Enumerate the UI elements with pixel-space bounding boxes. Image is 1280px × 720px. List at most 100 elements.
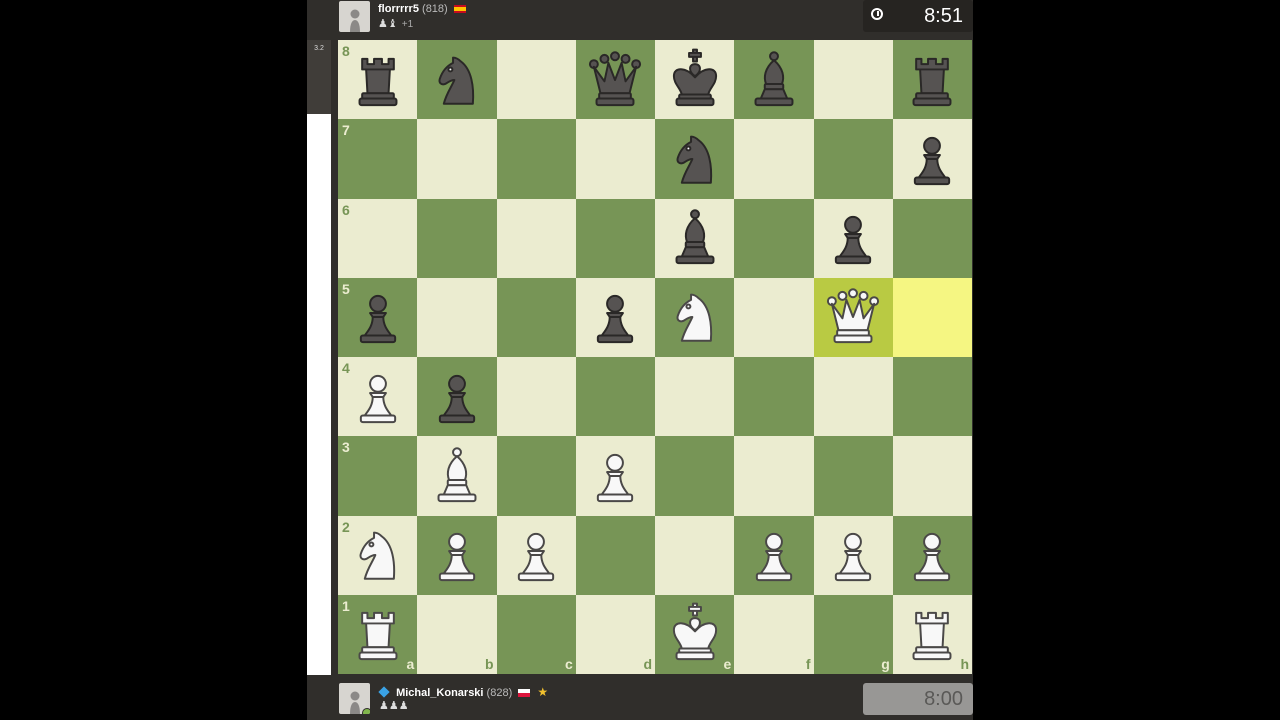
square-g8[interactable] [813,40,893,120]
square-c7[interactable] [496,119,576,199]
square-a2[interactable]: 2 [338,515,418,595]
square-a3[interactable]: 3 [338,436,418,516]
white-pawn-icon[interactable] [820,522,886,588]
black-king-icon[interactable] [662,47,728,113]
opponent-username[interactable]: florrrrr5 [378,3,419,15]
square-b1[interactable]: b [417,594,497,674]
square-f4[interactable] [734,357,814,437]
square-b5[interactable] [417,277,497,357]
square-b3[interactable] [417,436,497,516]
square-e5[interactable] [655,277,735,357]
square-e6[interactable] [655,198,735,278]
square-f2[interactable] [734,515,814,595]
square-c2[interactable] [496,515,576,595]
black-rook-icon[interactable] [899,47,965,113]
black-pawn-icon[interactable] [345,284,411,350]
black-pawn-icon[interactable] [899,126,965,192]
white-king-icon[interactable] [662,601,728,667]
square-b4[interactable] [417,357,497,437]
opponent-avatar[interactable] [339,1,370,32]
square-a5[interactable]: 5 [338,277,418,357]
square-h3[interactable] [892,436,972,516]
white-queen-icon[interactable] [820,284,886,350]
black-knight-icon[interactable] [662,126,728,192]
black-pawn-icon[interactable] [424,364,490,430]
square-h7[interactable] [892,119,972,199]
square-f7[interactable] [734,119,814,199]
square-c5[interactable] [496,277,576,357]
square-f3[interactable] [734,436,814,516]
square-g5[interactable] [813,277,893,357]
square-f5[interactable] [734,277,814,357]
square-h2[interactable] [892,515,972,595]
clock-icon [871,8,883,20]
black-knight-icon[interactable] [424,47,490,113]
black-pawn-icon[interactable] [582,284,648,350]
chess-board[interactable]: 8 7 654321abcdefgh [338,40,972,674]
square-c8[interactable] [496,40,576,120]
square-a7[interactable]: 7 [338,119,418,199]
black-rook-icon[interactable] [345,47,411,113]
square-h5[interactable] [892,277,972,357]
black-bishop-icon[interactable] [662,205,728,271]
square-d6[interactable] [575,198,655,278]
square-d1[interactable]: d [575,594,655,674]
square-g2[interactable] [813,515,893,595]
poland-flag-icon [518,689,531,698]
square-g1[interactable]: g [813,594,893,674]
square-b2[interactable] [417,515,497,595]
black-pawn-icon[interactable] [820,205,886,271]
square-a4[interactable]: 4 [338,357,418,437]
square-h8[interactable] [892,40,972,120]
square-c3[interactable] [496,436,576,516]
white-pawn-icon[interactable] [899,522,965,588]
white-knight-icon[interactable] [345,522,411,588]
square-h1[interactable]: h [892,594,972,674]
white-pawn-icon[interactable] [582,443,648,509]
square-e1[interactable]: e [655,594,735,674]
square-e2[interactable] [655,515,735,595]
square-c6[interactable] [496,198,576,278]
square-e8[interactable] [655,40,735,120]
square-g3[interactable] [813,436,893,516]
square-a8[interactable]: 8 [338,40,418,120]
white-bishop-icon[interactable] [424,443,490,509]
square-d3[interactable] [575,436,655,516]
square-a6[interactable]: 6 [338,198,418,278]
square-e3[interactable] [655,436,735,516]
square-d4[interactable] [575,357,655,437]
player-username[interactable]: Michal_Konarski [396,687,483,699]
square-d2[interactable] [575,515,655,595]
square-f8[interactable] [734,40,814,120]
square-h4[interactable] [892,357,972,437]
white-pawn-icon[interactable] [503,522,569,588]
square-g4[interactable] [813,357,893,437]
square-d5[interactable] [575,277,655,357]
white-pawn-icon[interactable] [424,522,490,588]
square-f1[interactable]: f [734,594,814,674]
square-c1[interactable]: c [496,594,576,674]
white-knight-icon[interactable] [662,284,728,350]
square-d7[interactable] [575,119,655,199]
player-avatar[interactable] [339,683,370,714]
black-queen-icon[interactable] [582,47,648,113]
square-a1[interactable]: 1a [338,594,418,674]
square-f6[interactable] [734,198,814,278]
square-e4[interactable] [655,357,735,437]
square-g7[interactable] [813,119,893,199]
rank-label: 7 [342,122,350,139]
square-b6[interactable] [417,198,497,278]
square-g6[interactable] [813,198,893,278]
square-e7[interactable] [655,119,735,199]
white-rook-icon[interactable] [345,601,411,667]
square-c4[interactable] [496,357,576,437]
square-d8[interactable] [575,40,655,120]
square-h6[interactable] [892,198,972,278]
square-b7[interactable] [417,119,497,199]
white-pawn-icon[interactable] [345,364,411,430]
player-name-line: Michal_Konarski (828) ★ [378,685,548,699]
white-rook-icon[interactable] [899,601,965,667]
black-bishop-icon[interactable] [741,47,807,113]
square-b8[interactable] [417,40,497,120]
white-pawn-icon[interactable] [741,522,807,588]
